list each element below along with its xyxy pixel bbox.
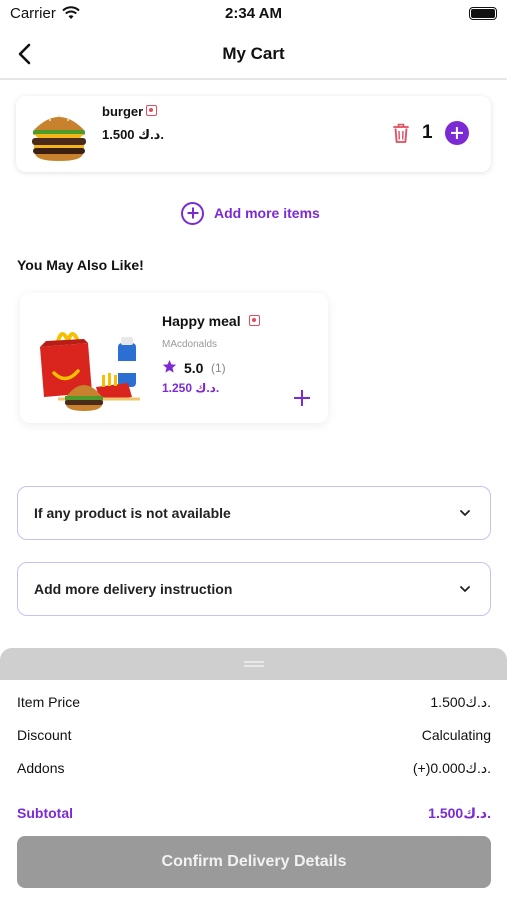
food-type-icon [249, 315, 260, 326]
rating-count: (1) [211, 361, 226, 375]
subtotal-value: 1.500د.ك. [428, 805, 491, 821]
suggestion-price: 1.250 د.ك. [162, 381, 220, 395]
quantity-value: 1 [422, 122, 433, 143]
cart-item-price: 1.500 د.ك. [102, 127, 164, 142]
item-price-value: 1.500د.ك. [430, 694, 491, 710]
cart-item-card: burger 1.500 د.ك. 1 [16, 96, 491, 172]
status-bar: Carrier 2:34 AM [0, 0, 507, 28]
delivery-instruction-dropdown[interactable]: Add more delivery instruction [17, 562, 491, 616]
chevron-down-icon [460, 586, 470, 592]
add-more-items-button[interactable]: Add more items [181, 201, 320, 225]
clock: 2:34 AM [225, 5, 282, 22]
addons-row: Addons (+)0.000د.ك. [17, 760, 491, 780]
suggestions-title: You May Also Like! [17, 257, 144, 273]
chevron-down-icon [460, 510, 470, 516]
cart-item-name: burger [102, 104, 144, 119]
unavailable-product-dropdown[interactable]: If any product is not available [17, 486, 491, 540]
food-type-icon [146, 105, 157, 116]
suggestion-card[interactable]: Happy meal MAcdonalds 5.0 (1) 1.250 د.ك. [20, 293, 328, 423]
battery-icon [469, 7, 497, 20]
discount-row: Discount Calculating [17, 727, 491, 747]
subtotal-label: Subtotal [17, 805, 73, 821]
rating-value: 5.0 [184, 360, 204, 376]
add-suggestion-button[interactable] [292, 388, 312, 408]
sheet-header [0, 648, 507, 680]
item-price-row: Item Price 1.500د.ك. [17, 694, 491, 714]
subtotal-row: Subtotal 1.500د.ك. [17, 805, 491, 825]
discount-label: Discount [17, 727, 72, 743]
addons-value: (+)0.000د.ك. [412, 760, 491, 776]
discount-value: Calculating [421, 727, 491, 743]
dropdown-label: Add more delivery instruction [34, 581, 233, 597]
item-price-label: Item Price [17, 694, 81, 710]
order-summary-sheet: Item Price 1.500د.ك. Discount Calculatin… [0, 648, 507, 900]
dropdown-label: If any product is not available [34, 505, 231, 521]
nav-bar: My Cart [0, 30, 507, 80]
burger-image [32, 115, 86, 161]
add-more-items-label: Add more items [214, 205, 320, 221]
star-icon [162, 359, 177, 373]
drag-handle[interactable] [244, 661, 264, 667]
increase-quantity-button[interactable] [445, 121, 469, 145]
trash-icon[interactable] [392, 122, 410, 144]
addons-label: Addons [17, 760, 65, 776]
page-title: My Cart [222, 44, 285, 63]
suggestion-vendor: MAcdonalds [162, 339, 218, 350]
happy-meal-image [40, 332, 140, 411]
plus-circle-icon [181, 201, 204, 225]
suggestion-name: Happy meal [162, 313, 241, 329]
confirm-delivery-button[interactable]: Confirm Delivery Details [17, 836, 491, 888]
